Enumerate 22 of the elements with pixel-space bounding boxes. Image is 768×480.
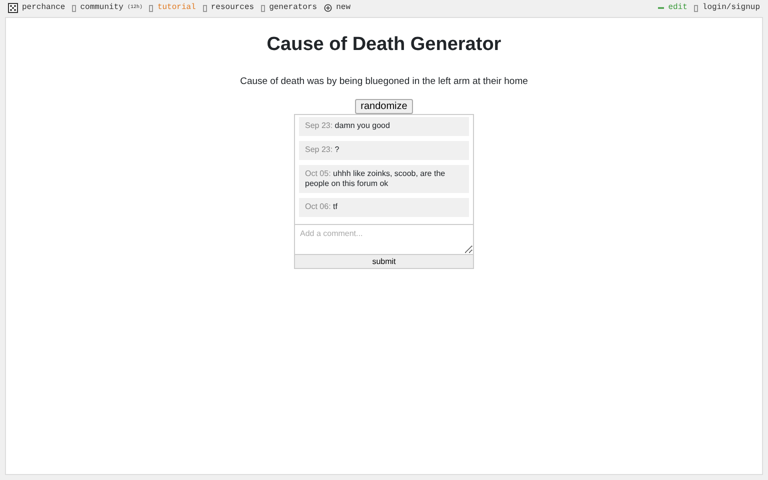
nav-link-text[interactable]: community — [80, 2, 124, 14]
nav-link-text[interactable]: new — [336, 2, 350, 14]
box-icon — [149, 4, 154, 12]
nav-link-text[interactable]: resources — [210, 2, 254, 14]
generator-output: Cause of death was by being bluegoned in the left arm at their home — [240, 74, 528, 88]
plus-icon — [324, 4, 332, 12]
box-icon — [694, 4, 698, 12]
nav-link-text[interactable]: generators — [269, 2, 318, 14]
comment-text: Sep 23: ? — [305, 144, 340, 154]
dice-icon — [8, 3, 18, 13]
randomize-button[interactable]: randomize — [354, 98, 414, 114]
login-link[interactable]: login/signup — [702, 2, 760, 14]
comment-text: Oct 05: uhhh like zoinks, scoob, are the people on this forum ok — [305, 168, 446, 188]
box-icon — [261, 4, 266, 12]
logo-link[interactable]: perchance — [22, 2, 66, 14]
box-icon — [202, 4, 207, 12]
submit-button[interactable]: submit — [295, 254, 473, 268]
comment-text: Oct 06: tf — [305, 202, 338, 211]
box-icon — [72, 4, 76, 12]
comment-text: Sep 23: damn you good — [305, 120, 390, 130]
page-title: Cause of Death Generator — [266, 33, 502, 57]
comment-field[interactable]: Add a comment... — [295, 224, 473, 254]
